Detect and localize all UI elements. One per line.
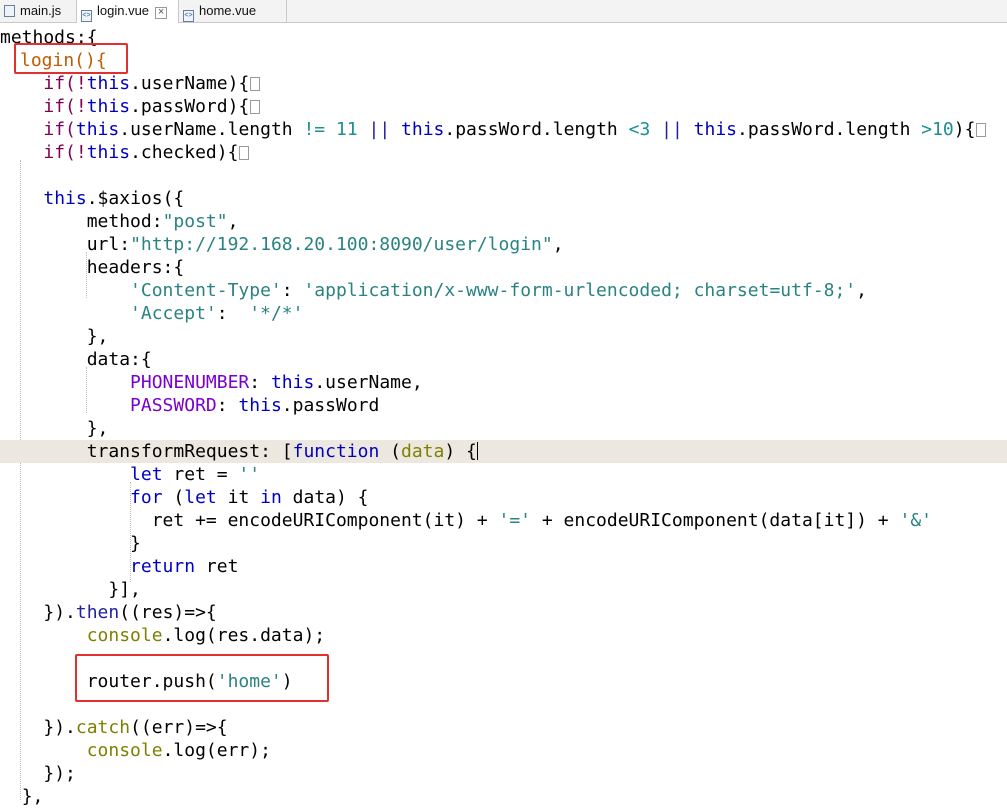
code-line: headers:{ <box>86 257 185 278</box>
tab-main-js[interactable]: main.js <box>0 0 77 22</box>
code-line: ret += encodeURIComponent(it) + '=' + en… <box>151 510 932 531</box>
tab-label: home.vue <box>199 3 257 18</box>
tab-label: main.js <box>20 3 62 18</box>
fold-marker-icon[interactable] <box>250 100 261 114</box>
code-line: if(this.userName.length != 11 || this.pa… <box>0 118 1007 141</box>
code-line: }], <box>108 579 141 600</box>
fold-marker-icon[interactable] <box>239 146 250 160</box>
code-editor[interactable]: methods:{ login(){ if(!this.userName){ i… <box>0 22 1007 807</box>
fold-marker-icon[interactable] <box>976 123 987 137</box>
tab-home-vue[interactable]: <> home.vue <box>179 0 287 22</box>
code-line: console.log(err); <box>86 740 271 761</box>
code-line: 'Content-Type': 'application/x-www-form-… <box>130 280 867 301</box>
code-line: for (let it in data) { <box>130 487 369 508</box>
code-line: 'Accept': '*/*' <box>130 303 304 324</box>
js-file-icon <box>4 5 15 17</box>
code-line: data:{ <box>86 349 152 370</box>
vue-file-icon: <> <box>81 10 92 22</box>
code-line: this.$axios({ <box>43 188 185 209</box>
code-line: }).catch((err)=>{ <box>43 717 228 738</box>
code-line: if(!this.passWord){ <box>0 95 1007 118</box>
code-line: login(){ <box>20 50 107 71</box>
tab-login-vue[interactable]: <> login.vue × <box>77 0 179 23</box>
code-line: } <box>130 533 141 554</box>
editor-tab-bar: main.js <> login.vue × <> home.vue <box>0 0 1007 23</box>
code-line: }).then((res)=>{ <box>43 602 217 623</box>
code-line: PHONENUMBER: this.userName, <box>130 372 423 393</box>
highlight-box-router-push <box>75 654 329 702</box>
code-line: console.log(res.data); <box>86 625 326 646</box>
code-line: url:"http://192.168.20.100:8090/user/log… <box>86 234 564 255</box>
current-code-line: transformRequest: [function (data) { <box>0 440 1007 463</box>
close-tab-icon[interactable]: × <box>155 7 168 19</box>
code-line: }, <box>21 786 44 807</box>
code-line: if(!this.userName){ <box>0 72 1007 95</box>
code-line: }, <box>86 326 109 347</box>
fold-marker-icon[interactable] <box>250 77 261 91</box>
code-line: let ret = '' <box>130 464 261 485</box>
code-line: PASSWORD: this.passWord <box>130 395 380 416</box>
code-line: }); <box>43 763 76 784</box>
code-line: if(!this.checked){ <box>0 141 1007 164</box>
text-cursor <box>476 442 478 460</box>
code-line: return ret <box>130 556 239 577</box>
code-line: methods:{ <box>0 27 98 48</box>
code-line: }, <box>86 418 109 439</box>
highlight-box-login <box>14 43 128 74</box>
vue-file-icon: <> <box>183 10 194 22</box>
tab-label: login.vue <box>97 3 150 18</box>
code-line: method:"post", <box>86 211 239 232</box>
